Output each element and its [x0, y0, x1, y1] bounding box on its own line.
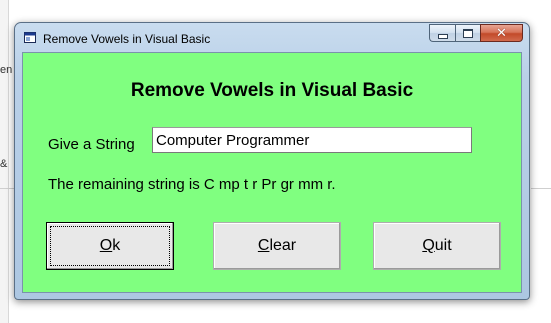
result-label: The remaining string is C mp t r Pr gr m…: [48, 176, 336, 193]
background-text-fragment: en: [0, 64, 13, 76]
string-input[interactable]: [152, 127, 472, 153]
quit-mnemonic: Q: [422, 237, 435, 254]
quit-label-rest: uit: [434, 237, 452, 254]
close-icon: ✕: [496, 25, 507, 41]
ok-button[interactable]: Ok: [46, 222, 174, 270]
close-button[interactable]: ✕: [480, 24, 523, 42]
form-client-area: Remove Vowels in Visual Basic Give a Str…: [22, 52, 522, 293]
quit-button[interactable]: Quit: [373, 222, 501, 270]
clear-label-rest: lear: [269, 237, 297, 254]
background-divider: [0, 188, 14, 189]
vb-form-icon: [24, 32, 36, 43]
minimize-button[interactable]: [429, 24, 455, 42]
title-bar[interactable]: Remove Vowels in Visual Basic ✕: [15, 23, 529, 51]
form-heading: Remove Vowels in Visual Basic: [130, 80, 414, 101]
caption-buttons: ✕: [429, 24, 523, 42]
maximize-icon: [463, 28, 473, 38]
background-divider: [531, 188, 551, 189]
window-title: Remove Vowels in Visual Basic: [43, 32, 211, 46]
form-window: Remove Vowels in Visual Basic ✕ Remove V…: [14, 22, 530, 300]
clear-mnemonic: C: [257, 237, 270, 254]
ok-label-rest: k: [112, 237, 121, 254]
ok-mnemonic: O: [99, 237, 113, 254]
clear-button[interactable]: Clear: [213, 222, 341, 270]
background-text-fragment: &: [0, 158, 8, 170]
string-input-label: Give a String: [48, 136, 135, 153]
minimize-icon: [437, 33, 448, 39]
maximize-button[interactable]: [455, 24, 480, 42]
